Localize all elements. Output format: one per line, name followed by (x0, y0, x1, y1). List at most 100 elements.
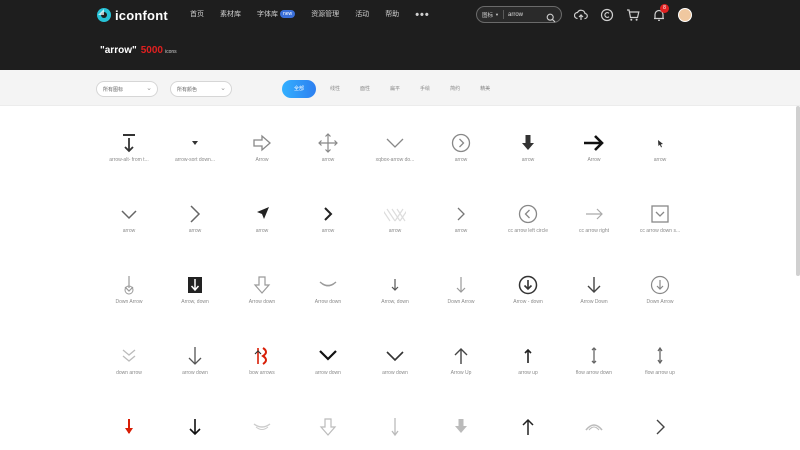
icon-card[interactable] (362, 416, 428, 441)
icon-label: bow arrows (249, 370, 275, 376)
nav-item-help[interactable]: 帮助 (385, 8, 399, 22)
icon-card[interactable]: Arrow down (229, 274, 295, 305)
icon-label: xqbox-arrow do... (375, 157, 415, 163)
search-box: 图标 ▼ (476, 6, 562, 23)
flow-arrow-up-icon (649, 345, 671, 367)
icon-card[interactable]: Down Arrow (627, 274, 693, 305)
icon-card[interactable]: Arrow (561, 132, 627, 163)
icon-card[interactable]: arrow (495, 132, 561, 163)
logo-icon (96, 7, 112, 23)
icon-card[interactable]: arrow (96, 203, 162, 234)
tab-linear[interactable]: 线性 (330, 80, 340, 98)
copyright-icon[interactable] (598, 6, 616, 24)
icon-card[interactable]: Arrow down (295, 274, 361, 305)
icon-label: Arrow, down (381, 299, 409, 305)
icon-label: Arrow, down (181, 299, 209, 305)
arc-up-icon (583, 416, 605, 438)
icon-label: Arrow Down (580, 299, 608, 305)
icon-card[interactable] (627, 416, 693, 441)
chevron-right-end-icon (649, 416, 671, 438)
arrow-down-bold-icon (517, 132, 539, 154)
icon-card[interactable] (162, 416, 228, 441)
chevron-down-wide-icon (384, 132, 406, 154)
icon-card[interactable] (229, 416, 295, 441)
icon-card[interactable]: Down Arrow (96, 274, 162, 305)
avatar[interactable] (678, 8, 692, 22)
triangle-down-small-icon (184, 132, 206, 154)
icon-card[interactable]: Arrow, down (162, 274, 228, 305)
icon-card[interactable]: flow arrow up (627, 345, 693, 376)
tab-handdrawn[interactable]: 手绘 (420, 80, 430, 98)
icon-card[interactable]: Down Arrow (428, 274, 494, 305)
icon-card[interactable]: arrow (428, 203, 494, 234)
cart-icon[interactable] (624, 6, 642, 24)
icon-card[interactable]: down arrow (96, 345, 162, 376)
icon-card[interactable]: arrow up (495, 345, 561, 376)
icon-card[interactable] (96, 416, 162, 441)
upload-cloud-icon[interactable] (572, 6, 590, 24)
icon-card[interactable]: arrow-alt- from t... (96, 132, 162, 163)
nav-item-resources[interactable]: 资源管理 (311, 8, 339, 22)
scrollbar[interactable] (796, 106, 800, 276)
bell-icon[interactable]: 8 (650, 4, 669, 24)
icon-type-dropdown[interactable]: 所有图标 ⌄ (96, 81, 158, 97)
icon-card[interactable]: arrow (295, 132, 361, 163)
circle-chevron-left-icon (517, 203, 539, 225)
icon-card[interactable]: arrow (295, 203, 361, 234)
tab-simple[interactable]: 简约 (450, 80, 460, 98)
icon-card[interactable] (295, 416, 361, 441)
icon-card[interactable]: arrow down (295, 345, 361, 376)
nav-item-activity[interactable]: 活动 (355, 8, 369, 22)
tab-flat[interactable]: 扁平 (390, 80, 400, 98)
bow-arrows-icon (251, 345, 273, 367)
nav-item-library[interactable]: 素材库 (220, 8, 241, 22)
nav-item-home[interactable]: 首页 (190, 8, 204, 22)
icon-card[interactable]: flow arrow down (561, 345, 627, 376)
icon-card[interactable]: Arrow, down (362, 274, 428, 305)
tab-filled[interactable]: 面性 (360, 80, 370, 98)
icon-card[interactable]: bow arrows (229, 345, 295, 376)
tab-all[interactable]: 全部 (282, 80, 316, 98)
arrow-down-line-icon (184, 345, 206, 367)
icon-card[interactable] (428, 416, 494, 441)
circle-chevron-down-icon (649, 274, 671, 296)
color-dropdown[interactable]: 所有颜色 ⌄ (170, 81, 232, 97)
header-actions: 8 (572, 4, 692, 24)
icon-label: arrow (188, 228, 202, 234)
nav-item-fonts[interactable]: 字体库 new (257, 8, 296, 22)
icon-card[interactable]: arrow (627, 132, 693, 163)
icon-card[interactable]: Arrow Down (561, 274, 627, 305)
tab-fine[interactable]: 精美 (480, 80, 490, 98)
icon-label: Arrow (255, 157, 269, 163)
icon-card[interactable]: Arrow (229, 132, 295, 163)
more-menu-button[interactable]: ••• (415, 8, 430, 22)
iconfont-logo[interactable]: iconfont (96, 6, 168, 24)
navigation-arrow-icon (251, 203, 273, 225)
arrow-down-circle-tail-icon (118, 274, 140, 296)
icon-card[interactable] (561, 416, 627, 441)
icon-label: Down Arrow (646, 299, 674, 305)
icon-card[interactable]: cc arrow left circle (495, 203, 561, 234)
search-icon[interactable] (546, 10, 556, 23)
icon-label: Down Arrow (115, 299, 143, 305)
icon-card[interactable]: cc arrow right (561, 203, 627, 234)
icon-card[interactable]: Arrow Up (428, 345, 494, 376)
icon-card[interactable]: Arrow - down (495, 274, 561, 305)
icon-card[interactable]: arrow-sort down... (162, 132, 228, 163)
icon-card[interactable]: arrow (428, 132, 494, 163)
icon-card[interactable]: arrow down (162, 345, 228, 376)
icon-card[interactable]: arrow (162, 203, 228, 234)
circle-chevron-right-icon (450, 132, 472, 154)
curve-down-icon (317, 274, 339, 296)
icon-card[interactable]: arrow down (362, 345, 428, 376)
icon-card[interactable] (495, 416, 561, 441)
icon-card[interactable]: cc arrow down s... (627, 203, 693, 234)
main-nav: 首页 素材库 字体库 new 资源管理 活动 帮助 ••• (190, 8, 430, 22)
chevron-down-medium-icon (384, 345, 406, 367)
search-input[interactable] (507, 11, 544, 18)
icon-card[interactable]: arrow (362, 203, 428, 234)
arrow-right-outline-icon (251, 132, 273, 154)
icon-card[interactable]: arrow (229, 203, 295, 234)
icon-card[interactable]: xqbox-arrow do... (362, 132, 428, 163)
search-scope-select[interactable]: 图标 ▼ (482, 11, 499, 19)
